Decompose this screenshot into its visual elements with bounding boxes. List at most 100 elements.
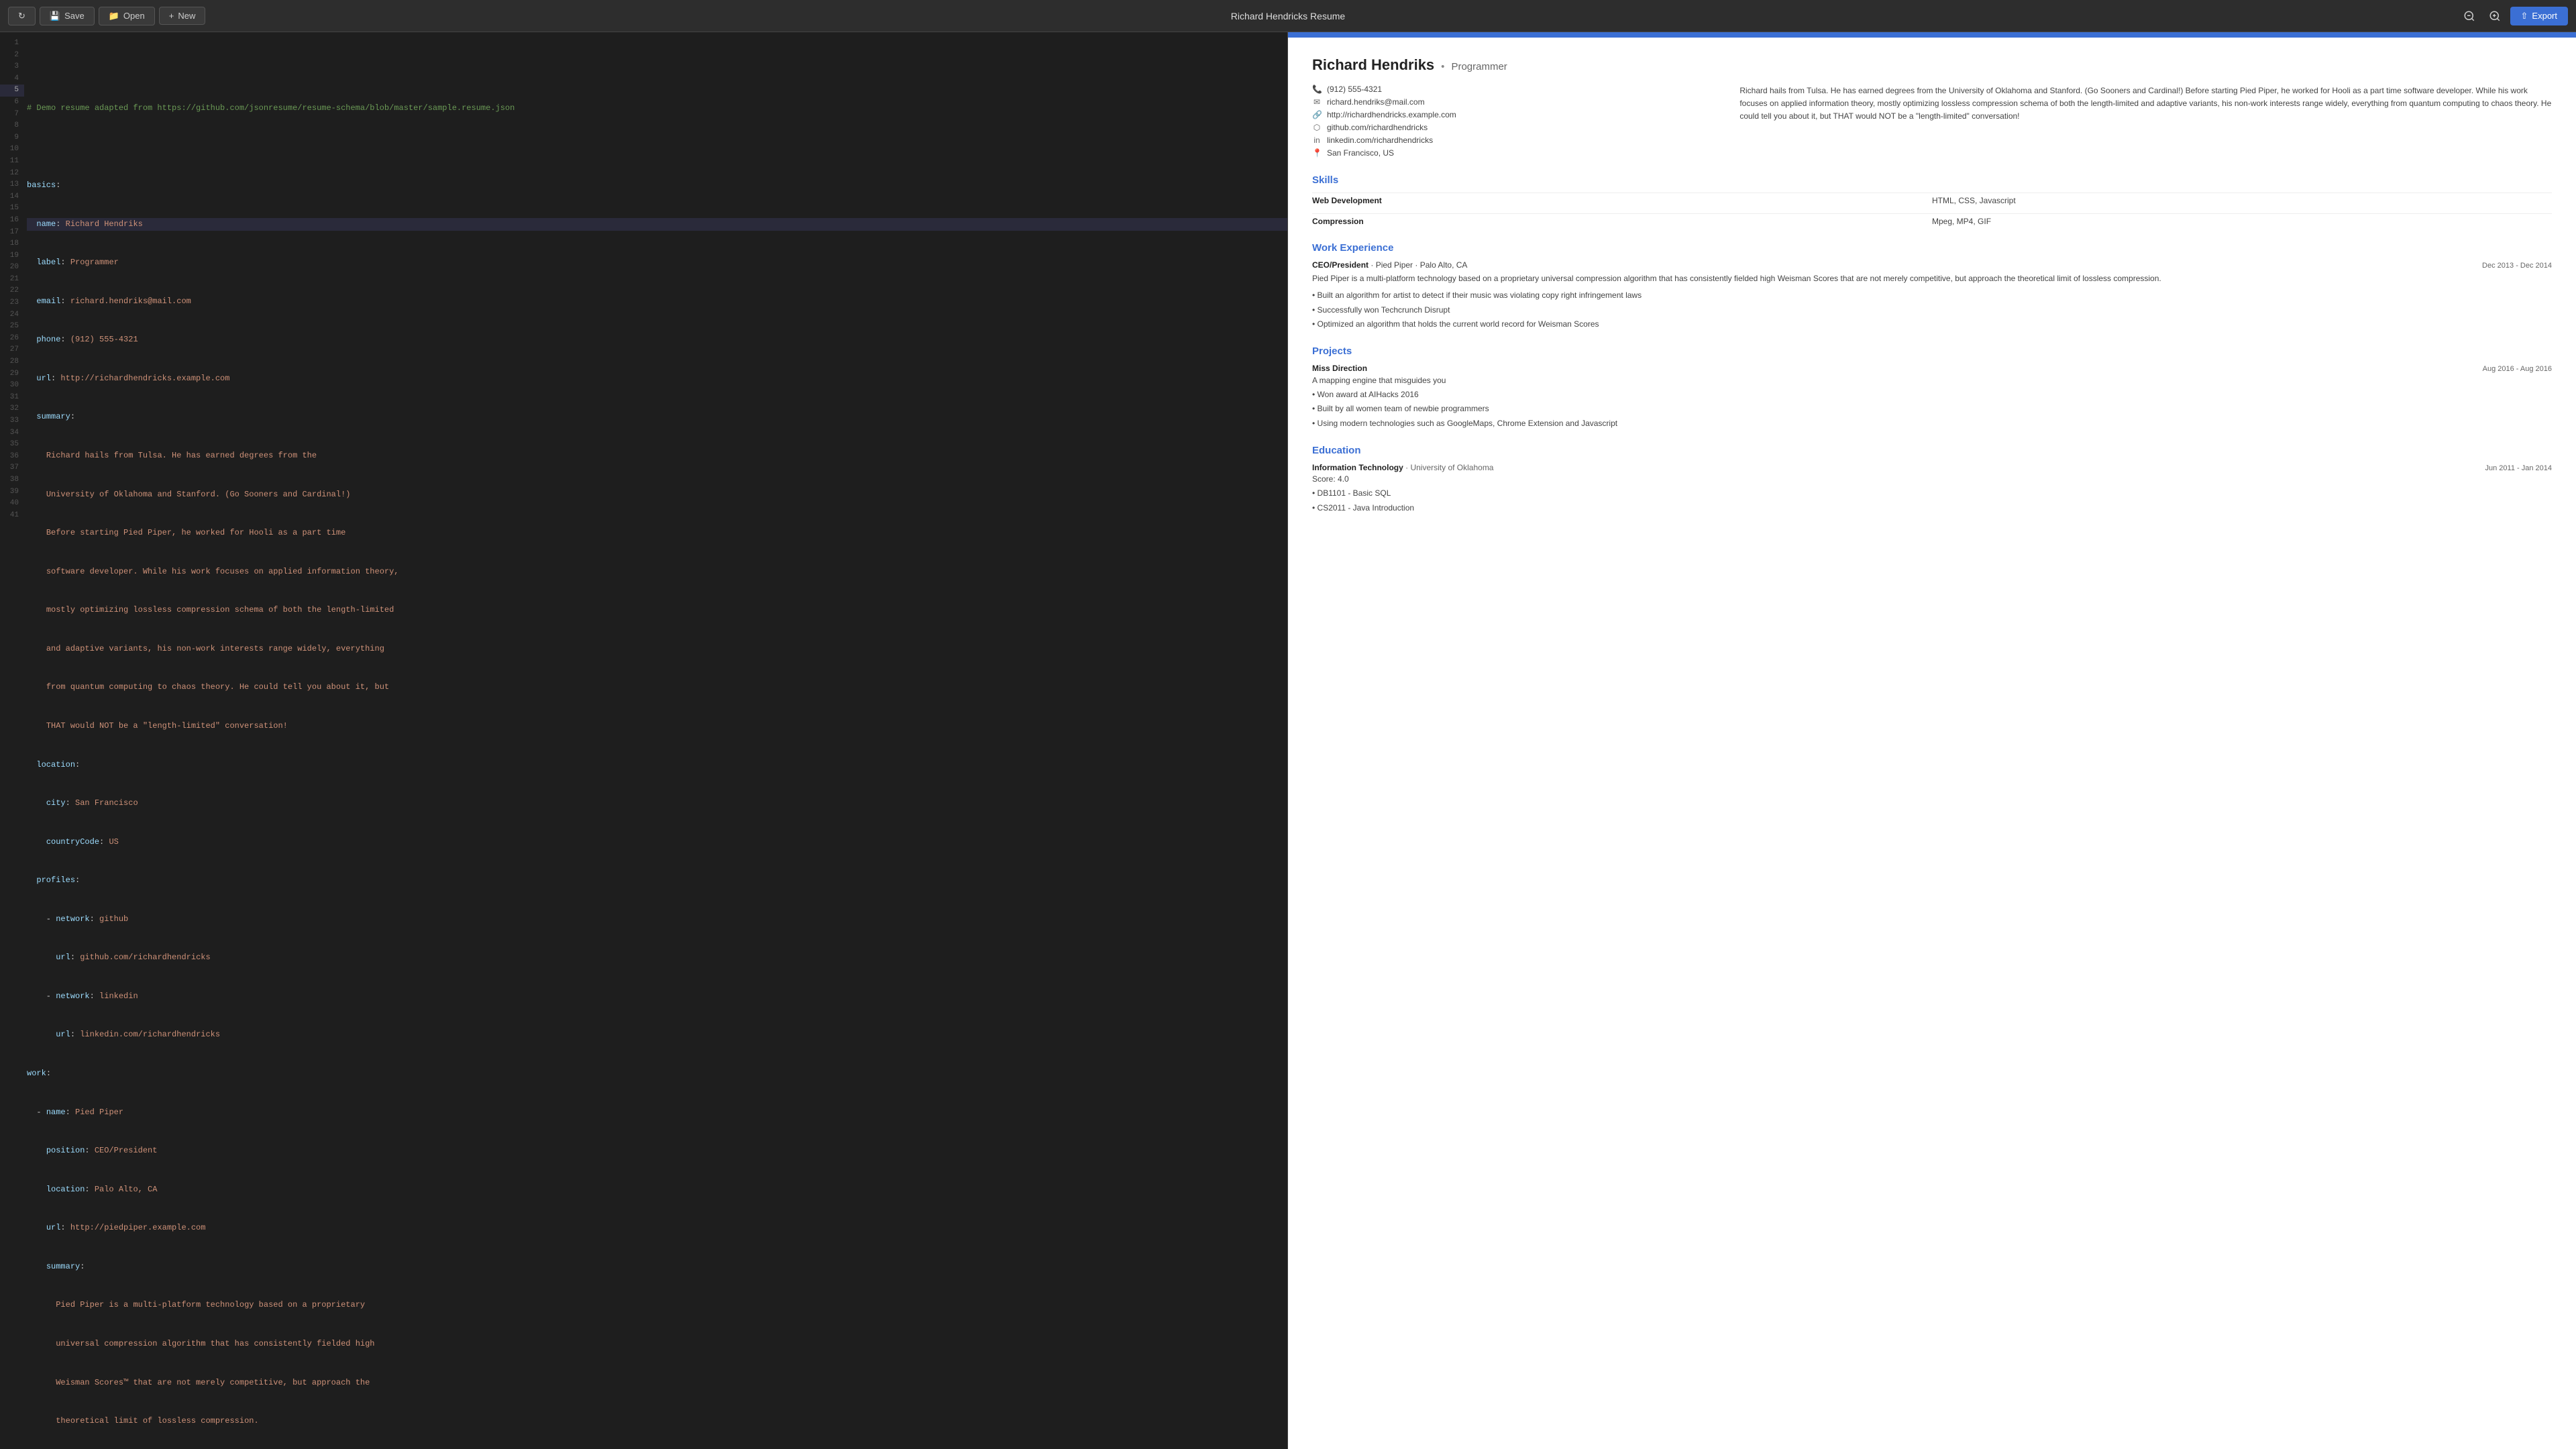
code-line-18: THAT would NOT be a "length-limited" con… bbox=[27, 720, 1287, 733]
skill-val-1: Mpeg, MP4, GIF bbox=[1932, 213, 2552, 229]
new-button[interactable]: + New bbox=[159, 7, 206, 25]
code-line-12: University of Oklahoma and Stanford. (Go… bbox=[27, 488, 1287, 501]
line-num-5: 5 bbox=[0, 85, 24, 97]
contact-github: ⬡ github.com/richardhendricks bbox=[1312, 123, 1718, 132]
code-line-31: url: http://piedpiper.example.com bbox=[27, 1222, 1287, 1234]
code-line-7: email: richard.hendriks@mail.com bbox=[27, 295, 1287, 308]
code-line-13: Before starting Pied Piper, he worked fo… bbox=[27, 527, 1287, 539]
project-name-0: Miss Direction bbox=[1312, 364, 1367, 373]
resume-summary: Richard hails from Tulsa. He has earned … bbox=[1739, 85, 2552, 123]
edu-degree-0: Information Technology · University of O… bbox=[1312, 463, 1493, 472]
line-num-39: 39 bbox=[0, 486, 24, 498]
edu-score-0: Score: 4.0 bbox=[1312, 472, 2552, 487]
code-line-19: location: bbox=[27, 759, 1287, 771]
email-icon: ✉ bbox=[1312, 97, 1322, 107]
toolbar-right: ⇧ Export bbox=[2459, 6, 2568, 26]
line-num-7: 7 bbox=[0, 109, 24, 121]
code-line-23: - network: github bbox=[27, 913, 1287, 926]
line-num-14: 14 bbox=[0, 191, 24, 203]
toolbar: ↻ 💾 Save 📁 Open + New Richard Hendricks … bbox=[0, 0, 2576, 32]
line-num-18: 18 bbox=[0, 238, 24, 250]
code-line-4: basics: bbox=[27, 179, 1287, 192]
work-company-0: · Pied Piper · Palo Alto, CA bbox=[1371, 260, 1467, 270]
code-line-32: summary: bbox=[27, 1260, 1287, 1273]
editor-panel[interactable]: 1 2 3 4 5 6 7 8 9 10 11 12 13 14 15 16 1… bbox=[0, 32, 1288, 1449]
linkedin-icon: in bbox=[1312, 136, 1322, 145]
save-button[interactable]: 💾 Save bbox=[40, 7, 95, 25]
code-line-6: label: Programmer bbox=[27, 256, 1287, 269]
line-num-16: 16 bbox=[0, 215, 24, 227]
resume-title-separator: • bbox=[1441, 61, 1444, 72]
line-num-3: 3 bbox=[0, 61, 24, 73]
project-header-0: Miss Direction Aug 2016 - Aug 2016 bbox=[1312, 364, 2552, 373]
code-line-26: url: linkedin.com/richardhendricks bbox=[27, 1028, 1287, 1041]
phone-icon: 📞 bbox=[1312, 85, 1322, 94]
work-entry-0: CEO/President · Pied Piper · Palo Alto, … bbox=[1312, 260, 2552, 332]
education-section-title: Education bbox=[1312, 445, 2552, 456]
contact-location: 📍 San Francisco, US bbox=[1312, 148, 1718, 158]
project-desc-0: A mapping engine that misguides you bbox=[1312, 376, 2552, 385]
line-numbers: 1 2 3 4 5 6 7 8 9 10 11 12 13 14 15 16 1… bbox=[0, 32, 24, 1449]
preview-content: Richard Hendriks • Programmer 📞 (912) 55… bbox=[1288, 38, 2576, 543]
work-section-title: Work Experience bbox=[1312, 242, 2552, 254]
line-num-15: 15 bbox=[0, 203, 24, 215]
line-num-23: 23 bbox=[0, 297, 24, 309]
project-highlights-0: • Won award at AIHacks 2016 • Built by a… bbox=[1312, 388, 2552, 431]
code-line-2: # Demo resume adapted from https://githu… bbox=[27, 102, 1287, 115]
resume-title: Programmer bbox=[1451, 61, 1507, 72]
edu-detail-0: Score: 4.0 • DB1101 - Basic SQL • CS2011… bbox=[1312, 472, 2552, 516]
editor-content: 1 2 3 4 5 6 7 8 9 10 11 12 13 14 15 16 1… bbox=[0, 32, 1287, 1449]
line-num-29: 29 bbox=[0, 368, 24, 380]
line-num-30: 30 bbox=[0, 380, 24, 392]
skill-name-1: Compression bbox=[1312, 213, 1932, 229]
zoom-in-button[interactable] bbox=[2485, 6, 2505, 26]
edu-entry-0: Information Technology · University of O… bbox=[1312, 463, 2552, 516]
project-highlight-0-1: • Built by all women team of newbie prog… bbox=[1312, 402, 2552, 417]
save-icon: 💾 bbox=[50, 11, 60, 21]
line-num-4: 4 bbox=[0, 73, 24, 85]
project-date-0: Aug 2016 - Aug 2016 bbox=[2483, 365, 2552, 373]
work-header-0: CEO/President · Pied Piper · Palo Alto, … bbox=[1312, 260, 2552, 270]
line-num-41: 41 bbox=[0, 510, 24, 522]
line-num-31: 31 bbox=[0, 392, 24, 404]
location-icon: 📍 bbox=[1312, 148, 1322, 158]
code-line-11: Richard hails from Tulsa. He has earned … bbox=[27, 449, 1287, 462]
code-line-34: universal compression algorithm that has… bbox=[27, 1338, 1287, 1350]
line-num-28: 28 bbox=[0, 356, 24, 368]
resume-name: Richard Hendriks bbox=[1312, 56, 1434, 74]
skills-grid: Web Development HTML, CSS, Javascript Co… bbox=[1312, 193, 2552, 229]
code-area[interactable]: # Demo resume adapted from https://githu… bbox=[24, 32, 1287, 1449]
code-line-29: position: CEO/President bbox=[27, 1144, 1287, 1157]
project-highlight-0-2: • Using modern technologies such as Goog… bbox=[1312, 417, 2552, 431]
code-line-24: url: github.com/richardhendricks bbox=[27, 951, 1287, 964]
contact-phone: 📞 (912) 555-4321 bbox=[1312, 85, 1718, 94]
website-icon: 🔗 bbox=[1312, 110, 1322, 119]
line-num-20: 20 bbox=[0, 262, 24, 274]
zoom-out-button[interactable] bbox=[2459, 6, 2479, 26]
export-icon: ⇧ bbox=[2521, 11, 2528, 21]
line-num-38: 38 bbox=[0, 474, 24, 486]
line-num-37: 37 bbox=[0, 462, 24, 474]
history-button[interactable]: ↻ bbox=[8, 7, 36, 25]
line-num-24: 24 bbox=[0, 309, 24, 321]
line-num-33: 33 bbox=[0, 415, 24, 427]
code-line-14: software developer. While his work focus… bbox=[27, 566, 1287, 578]
export-button[interactable]: ⇧ Export bbox=[2510, 7, 2568, 25]
line-num-13: 13 bbox=[0, 179, 24, 191]
code-line-5: name: Richard Hendriks bbox=[27, 218, 1287, 231]
code-line-16: and adaptive variants, his non-work inte… bbox=[27, 643, 1287, 655]
skills-section-title: Skills bbox=[1312, 174, 2552, 186]
line-num-22: 22 bbox=[0, 285, 24, 297]
code-line-9: url: http://richardhendricks.example.com bbox=[27, 372, 1287, 385]
contact-email: ✉ richard.hendriks@mail.com bbox=[1312, 97, 1718, 107]
open-button[interactable]: 📁 Open bbox=[99, 7, 155, 25]
skill-name-0: Web Development bbox=[1312, 193, 1932, 208]
code-line-17: from quantum computing to chaos theory. … bbox=[27, 681, 1287, 694]
code-line-33: Pied Piper is a multi-platform technolog… bbox=[27, 1299, 1287, 1311]
contact-website: 🔗 http://richardhendricks.example.com bbox=[1312, 110, 1718, 119]
work-highlights-0: • Built an algorithm for artist to detec… bbox=[1312, 288, 2552, 332]
line-num-8: 8 bbox=[0, 120, 24, 132]
code-line-27: work: bbox=[27, 1067, 1287, 1080]
code-line-30: location: Palo Alto, CA bbox=[27, 1183, 1287, 1196]
github-icon: ⬡ bbox=[1312, 123, 1322, 132]
